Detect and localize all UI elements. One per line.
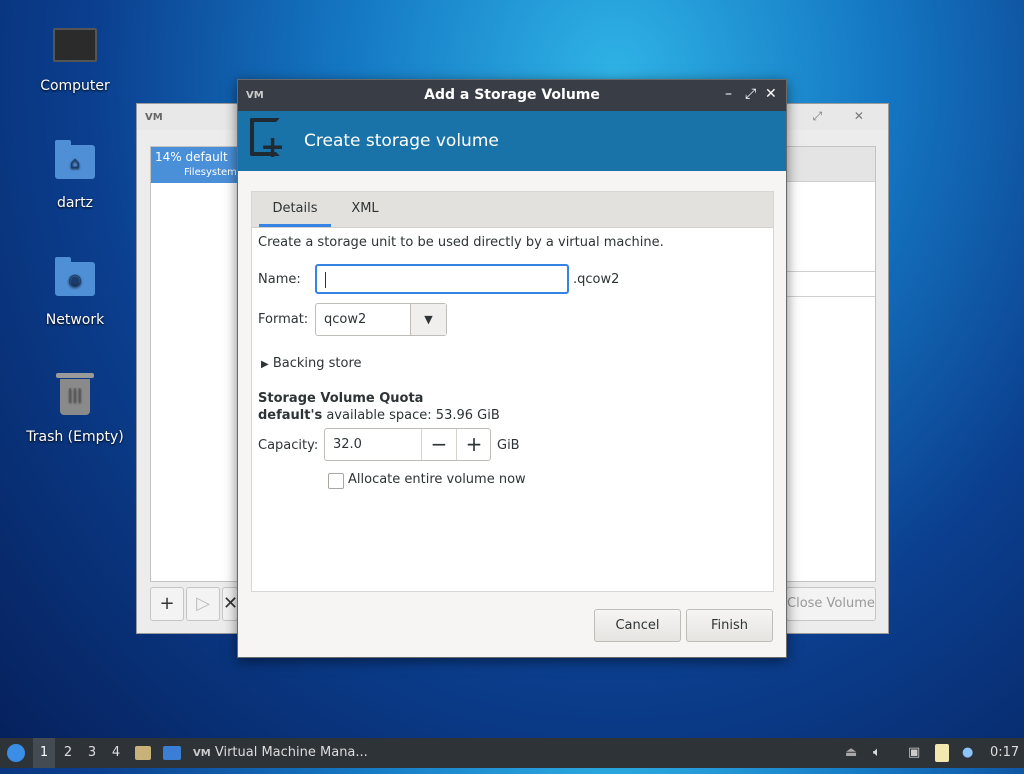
trash-icon: [53, 373, 97, 423]
desktop-icon-computer[interactable]: Computer: [20, 22, 130, 94]
close-volume-button[interactable]: Close Volume: [786, 587, 876, 621]
format-label: Format:: [258, 312, 309, 327]
workspace-3[interactable]: 3: [81, 738, 103, 768]
taskbar: 1 2 3 4 VM Virtual Machine Mana... ⏏ 🔈︎ …: [0, 738, 1024, 768]
pool-buttons: + ▷ ✕: [150, 587, 240, 621]
allocate-label[interactable]: Allocate entire volume now: [348, 472, 526, 487]
dialog-banner: + Create storage volume: [238, 111, 786, 171]
tab-bar: Details XML: [252, 192, 773, 228]
app-logo-icon: VM: [145, 112, 163, 123]
pool-list-item-default[interactable]: 14% default Filesystem: [151, 147, 239, 183]
backing-store-label: Backing store: [272, 356, 362, 371]
tab-xml[interactable]: XML: [339, 192, 391, 227]
pool-list: 14% default Filesystem: [150, 146, 240, 582]
stop-pool-button[interactable]: ✕: [222, 587, 238, 621]
start-menu-icon[interactable]: [4, 738, 28, 768]
volume-list-row[interactable]: [787, 271, 875, 297]
pool-usage: 14%: [155, 150, 182, 164]
start-pool-button[interactable]: ▷: [186, 587, 220, 621]
network-icon[interactable]: ▣: [908, 738, 928, 768]
minimize-icon[interactable]: –: [725, 86, 732, 102]
notification-icon[interactable]: ●: [962, 738, 982, 768]
dialog-title: Add a Storage Volume: [424, 87, 600, 103]
description-text: Create a storage unit to be used directl…: [258, 235, 664, 250]
desktop-icon-label: Computer: [40, 78, 110, 94]
volume-list: [786, 146, 876, 582]
app-logo-icon: VM: [193, 748, 211, 759]
workspace-1[interactable]: 1: [33, 738, 55, 768]
quota-heading: Storage Volume Quota: [258, 391, 424, 406]
expander-arrow-icon: ▶: [261, 359, 269, 370]
volume-icon[interactable]: 🔈︎: [873, 738, 889, 768]
desktop-icon-label: Trash (Empty): [26, 429, 124, 445]
backing-store-expander[interactable]: ▶ Backing store: [261, 356, 362, 371]
pool-name: default's: [258, 408, 323, 423]
workspace-2[interactable]: 2: [57, 738, 79, 768]
desktop-icon-trash[interactable]: Trash (Empty): [20, 373, 130, 445]
banner-title: Create storage volume: [304, 131, 499, 151]
capacity-unit: GiB: [497, 438, 520, 453]
clock[interactable]: 0:17: [990, 738, 1022, 768]
home-folder-icon: ⌂: [53, 140, 97, 189]
task-label: Virtual Machine Mana...: [214, 745, 368, 760]
capacity-label: Capacity:: [258, 438, 319, 453]
finish-button[interactable]: Finish: [686, 609, 773, 642]
maximize-icon[interactable]: ⤢: [745, 86, 756, 102]
increment-button[interactable]: +: [456, 429, 491, 460]
desktop-icon-network[interactable]: ◉ Network: [20, 256, 130, 328]
allocate-checkbox[interactable]: [328, 473, 344, 489]
name-label: Name:: [258, 272, 301, 287]
tab-details[interactable]: Details: [259, 192, 331, 227]
pool-name: default: [185, 150, 228, 164]
tray-eject-icon[interactable]: ⏏: [845, 738, 859, 768]
decrement-button[interactable]: −: [421, 429, 456, 460]
format-value: qcow2: [324, 312, 367, 327]
add-storage-volume-dialog: VM Add a Storage Volume – ⤢ ✕ + Create s…: [237, 79, 787, 658]
desktop-icon-label: dartz: [56, 195, 94, 211]
desktop-icon-label: Network: [45, 312, 105, 328]
capacity-value: 32.0: [333, 437, 362, 452]
file-manager-icon[interactable]: [135, 738, 153, 768]
cancel-button[interactable]: Cancel: [594, 609, 681, 642]
name-input[interactable]: [315, 264, 569, 294]
add-pool-button[interactable]: +: [150, 587, 184, 621]
format-select[interactable]: qcow2 ▼: [315, 303, 447, 336]
name-suffix: .qcow2: [573, 272, 620, 287]
workspace-4[interactable]: 4: [105, 738, 127, 768]
computer-icon: [53, 28, 97, 72]
details-notebook: Details XML Create a storage unit to be …: [251, 191, 774, 592]
chevron-down-icon[interactable]: ▼: [410, 304, 446, 335]
dialog-titlebar: VM Add a Storage Volume – ⤢ ✕: [238, 80, 786, 111]
clipboard-icon[interactable]: [935, 738, 955, 768]
available-space-text: available space: 53.96 GiB: [326, 408, 500, 423]
desktop-icon-dartz[interactable]: ⌂ dartz: [20, 139, 130, 211]
capacity-spinbutton[interactable]: 32.0 − +: [324, 428, 491, 461]
task-virtual-machine-manager[interactable]: VM Virtual Machine Mana...: [193, 738, 388, 768]
close-icon[interactable]: ✕: [765, 86, 777, 102]
available-space: default's available space: 53.96 GiB: [258, 408, 500, 423]
pool-type: Filesystem: [184, 167, 237, 178]
text-caret: [325, 272, 326, 288]
desktop-icon[interactable]: [163, 738, 183, 768]
network-folder-icon: ◉: [53, 257, 97, 306]
window-controls[interactable]: – ⤢ ✕: [775, 109, 878, 124]
volume-list-header: [787, 147, 875, 182]
